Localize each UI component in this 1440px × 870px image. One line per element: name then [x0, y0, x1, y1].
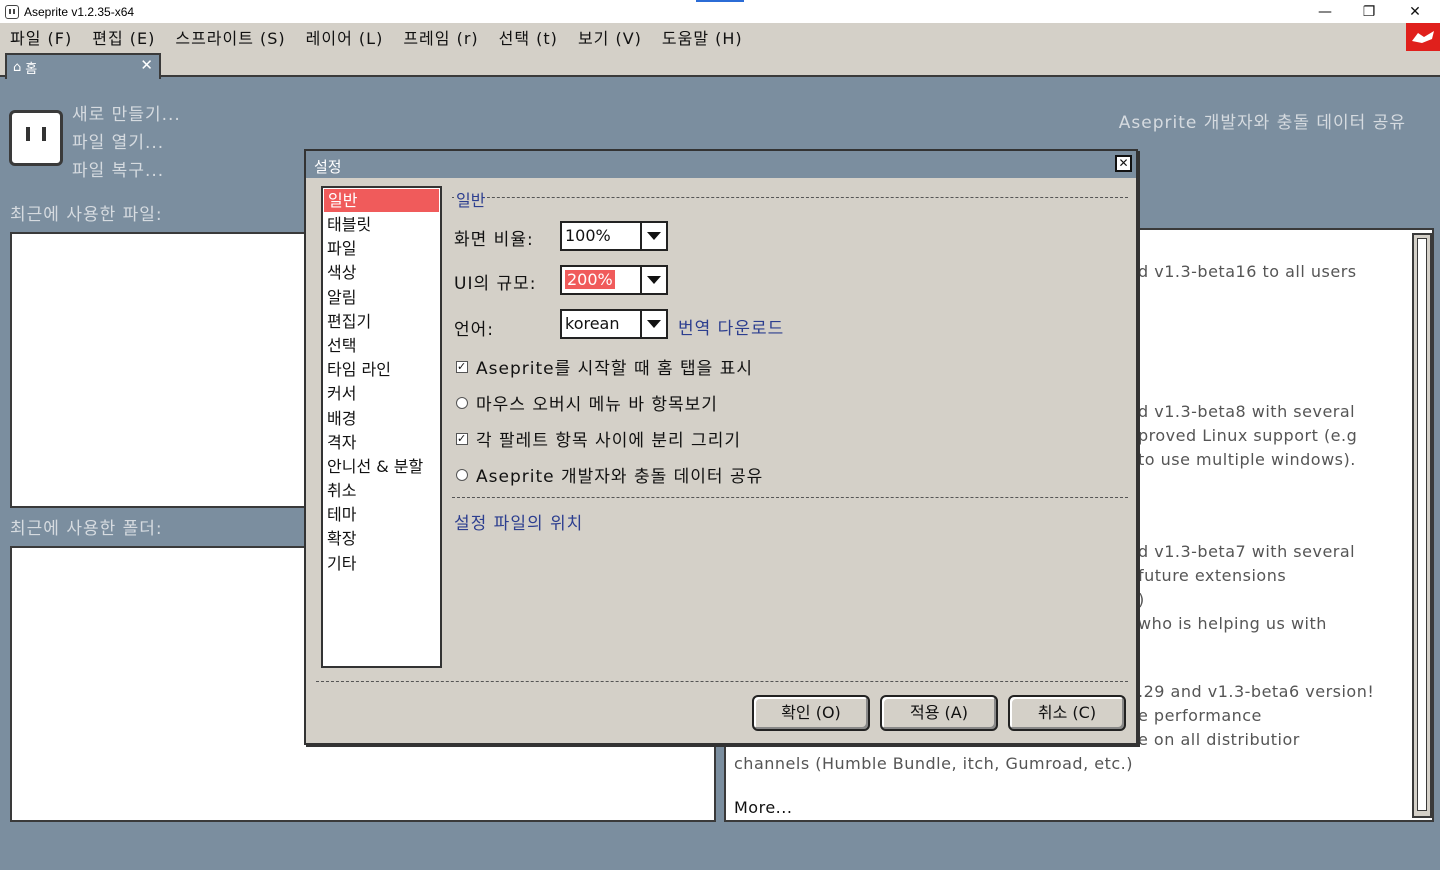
- screen-scale-combobox[interactable]: 100%: [560, 221, 668, 251]
- category-selection[interactable]: 선택: [323, 334, 440, 358]
- checkbox-checked-icon[interactable]: ✓: [456, 360, 468, 373]
- home-icon: ⌂: [13, 59, 22, 75]
- menu-layer[interactable]: 레이어 (L): [306, 25, 384, 49]
- share-crash-data-link[interactable]: Aseprite 개발자와 충돌 데이터 공유: [1119, 108, 1406, 133]
- tab-close-icon[interactable]: ✕: [140, 56, 153, 74]
- notification-flag-icon[interactable]: [1406, 23, 1440, 51]
- menu-sprite[interactable]: 스프라이트 (S): [175, 25, 285, 49]
- aseprite-logo: [9, 110, 63, 166]
- recent-files-list[interactable]: [10, 232, 306, 508]
- ui-scale-combobox[interactable]: 200%: [560, 265, 668, 295]
- dialog-close-icon[interactable]: ✕: [1115, 155, 1132, 172]
- palette-separator-checkbox-row[interactable]: ✓ 각 팔레트 항목 사이에 분리 그리기: [456, 426, 741, 451]
- section-title: 일반: [454, 187, 488, 211]
- news-line: d v1.3-beta7 with several: [1138, 542, 1356, 561]
- category-color[interactable]: 색상: [323, 261, 440, 285]
- share-crash-data-option-row[interactable]: Aseprite 개발자와 충돌 데이터 공유: [456, 462, 763, 487]
- language-label: 언어:: [454, 320, 495, 340]
- recent-files-label: 최근에 사용한 파일:: [10, 205, 163, 225]
- category-timeline[interactable]: 타임 라인: [323, 358, 440, 382]
- settings-location-link[interactable]: 설정 파일의 위치: [454, 509, 583, 534]
- category-background[interactable]: 배경: [323, 407, 440, 431]
- chevron-down-icon[interactable]: [640, 265, 668, 295]
- chevron-down-icon[interactable]: [640, 221, 668, 251]
- restore-icon[interactable]: ❐: [1346, 0, 1392, 23]
- dialog-title: 설정: [306, 151, 1136, 178]
- ui-scale-label: UI의 규모:: [454, 274, 537, 294]
- category-editor[interactable]: 편집기: [323, 310, 440, 334]
- option-label: 각 팔레트 항목 사이에 분리 그리기: [476, 431, 741, 451]
- ui-scale-value[interactable]: 200%: [560, 265, 642, 295]
- news-line: d v1.3-beta16 to all users: [1138, 262, 1357, 281]
- tab-home-label: 홈: [25, 61, 38, 77]
- category-files[interactable]: 파일: [323, 237, 440, 261]
- new-file-link[interactable]: 새로 만들기...: [72, 100, 181, 125]
- close-window-icon[interactable]: ✕: [1392, 0, 1438, 23]
- news-line: who is helping us with: [1138, 614, 1327, 633]
- titlebar-accent: [696, 0, 744, 2]
- menu-bar: 파일 (F) 편집 (E) 스프라이트 (S) 레이어 (L) 프레임 (r) …: [0, 23, 1440, 51]
- language-combobox[interactable]: korean: [560, 309, 668, 339]
- category-experimental[interactable]: 기타: [323, 552, 440, 576]
- news-line: future extensions: [1138, 566, 1287, 585]
- ok-button[interactable]: 확인 (O): [752, 695, 870, 731]
- news-scrollbar[interactable]: [1412, 233, 1432, 818]
- options-separator: [452, 497, 1128, 498]
- news-line: channels (Humble Bundle, itch, Gumroad, …: [734, 754, 1133, 773]
- news-scrollbar-thumb[interactable]: [1417, 238, 1427, 811]
- menu-select[interactable]: 선택 (t): [499, 25, 558, 49]
- recent-folders-label: 최근에 사용한 폴더:: [10, 519, 163, 539]
- download-translation-link[interactable]: 번역 다운로드: [678, 314, 784, 339]
- option-label: Aseprite 개발자와 충돌 데이터 공유: [476, 467, 764, 487]
- category-extensions[interactable]: 확장: [323, 527, 440, 551]
- menu-edit[interactable]: 편집 (E): [92, 25, 155, 49]
- news-line: to use multiple windows).: [1138, 450, 1356, 469]
- screen-scale-value[interactable]: 100%: [560, 221, 642, 251]
- menu-view[interactable]: 보기 (V): [578, 25, 642, 49]
- chevron-down-icon[interactable]: [640, 309, 668, 339]
- show-home-checkbox-row[interactable]: ✓ Aseprite를 시작할 때 홈 탭을 표시: [456, 354, 753, 379]
- language-value[interactable]: korean: [560, 309, 642, 339]
- news-line: proved Linux support (e.g: [1138, 426, 1358, 445]
- category-list[interactable]: 일반 태블릿 파일 색상 알림 편집기 선택 타임 라인 커서 배경 격자 안니…: [321, 186, 442, 668]
- preferences-dialog: 설정 ✕ 일반 태블릿 파일 색상 알림 편집기 선택 타임 라인 커서 배경 …: [304, 149, 1138, 745]
- menu-file[interactable]: 파일 (F): [10, 25, 72, 49]
- open-file-link[interactable]: 파일 열기...: [72, 128, 164, 153]
- cancel-button[interactable]: 취소 (C): [1008, 695, 1126, 731]
- radio-unchecked-icon[interactable]: [456, 468, 468, 481]
- menubar-hover-option-row[interactable]: 마우스 오버시 메뉴 바 항목보기: [456, 390, 718, 415]
- checkbox-checked-icon[interactable]: ✓: [456, 432, 468, 445]
- news-more-link[interactable]: More...: [734, 798, 792, 817]
- menu-frame[interactable]: 프레임 (r): [403, 25, 478, 49]
- news-line: d v1.3-beta8 with several: [1138, 402, 1356, 421]
- news-line: e on all distributior: [1138, 730, 1300, 749]
- news-line: .29 and v1.3-beta6 version!: [1138, 682, 1375, 701]
- category-undo[interactable]: 취소: [323, 479, 440, 503]
- radio-unchecked-icon[interactable]: [456, 396, 468, 409]
- window-titlebar: Aseprite v1.2.35-x64 — ❐ ✕: [0, 0, 1440, 23]
- tab-strip: ⌂ 홈 ✕: [0, 51, 1440, 79]
- minimize-icon[interactable]: —: [1302, 0, 1348, 23]
- section-separator: [452, 197, 1128, 198]
- news-line: ): [1138, 590, 1145, 609]
- news-line: e performance: [1138, 706, 1262, 725]
- screen-scale-label: 화면 비율:: [454, 230, 534, 250]
- buttons-separator: [316, 681, 1128, 682]
- aseprite-app-icon: [5, 4, 19, 19]
- category-general[interactable]: 일반: [324, 189, 439, 212]
- tab-home[interactable]: ⌂ 홈 ✕: [5, 53, 161, 79]
- recover-files-link[interactable]: 파일 복구...: [72, 156, 164, 181]
- category-guides-slices[interactable]: 안니선 & 분할: [323, 455, 440, 479]
- window-title: Aseprite v1.2.35-x64: [24, 4, 135, 19]
- option-label: 마우스 오버시 메뉴 바 항목보기: [476, 395, 718, 415]
- category-theme[interactable]: 테마: [323, 503, 440, 527]
- option-label: Aseprite를 시작할 때 홈 탭을 표시: [476, 359, 753, 379]
- category-alerts[interactable]: 알림: [323, 286, 440, 310]
- category-grid[interactable]: 격자: [323, 431, 440, 455]
- apply-button[interactable]: 적용 (A): [880, 695, 998, 731]
- category-tablet[interactable]: 태블릿: [323, 213, 440, 237]
- menu-help[interactable]: 도움말 (H): [662, 25, 743, 49]
- category-cursors[interactable]: 커서: [323, 382, 440, 406]
